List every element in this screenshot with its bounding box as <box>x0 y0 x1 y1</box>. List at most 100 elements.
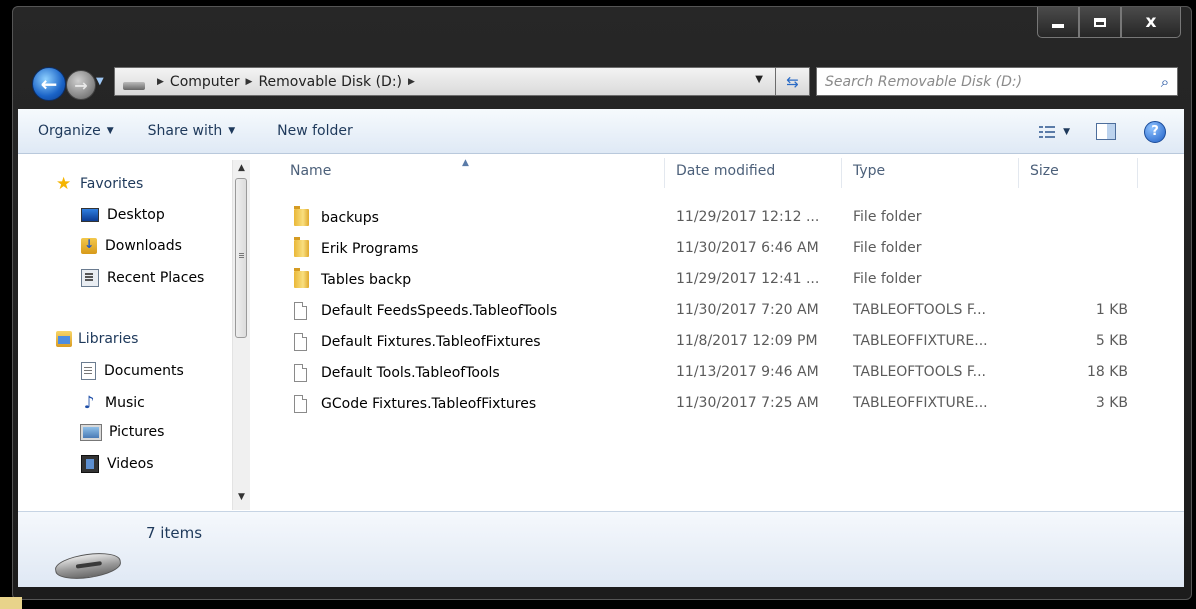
breadcrumb-chevron-icon[interactable]: ▶ <box>157 77 164 87</box>
file-type: File folder <box>853 240 922 256</box>
file-size: 1 KB <box>1095 302 1128 318</box>
star-icon: ★ <box>56 174 72 194</box>
scroll-down-icon[interactable]: ▼ <box>233 489 250 506</box>
grip-icon <box>239 253 244 254</box>
sidebar-item-desktop[interactable]: Desktop <box>81 207 165 223</box>
breadcrumb-computer[interactable]: Computer <box>170 74 240 90</box>
file-row-default-feedsspeeds[interactable]: Default FeedsSpeeds.TableofTools 11/30/2… <box>262 295 1162 325</box>
file-type: TABLEOFTOOLS F... <box>853 364 986 380</box>
folder-corner-icon <box>0 597 22 609</box>
file-type: File folder <box>853 209 922 225</box>
command-bar: Organize ▼ Share with ▼ New folder ▼ ? <box>18 109 1184 154</box>
file-type: File folder <box>853 271 922 287</box>
file-type: TABLEOFFIXTURE... <box>853 395 988 411</box>
item-count: 7 items <box>146 524 203 542</box>
sidebar-item-label: Music <box>105 395 145 411</box>
toolbar-right: ▼ ? <box>1039 109 1184 154</box>
file-row-tables-backp[interactable]: Tables backp 11/29/2017 12:41 ... File f… <box>262 264 1162 294</box>
help-icon[interactable]: ? <box>1144 120 1166 143</box>
search-icon[interactable]: ⌕ <box>1153 73 1177 91</box>
preview-pane-icon[interactable] <box>1096 123 1116 140</box>
maximize-button[interactable] <box>1079 7 1121 38</box>
file-row-backups[interactable]: backups 11/29/2017 12:12 ... File folder <box>262 202 1162 232</box>
removable-drive-icon <box>53 549 123 583</box>
sidebar-libraries-label: Libraries <box>78 331 139 347</box>
file-date: 11/30/2017 7:25 AM <box>676 395 819 411</box>
caption-buttons: x <box>1037 7 1181 38</box>
breadcrumb-removable-disk[interactable]: Removable Disk (D:) <box>258 74 402 90</box>
share-with-button[interactable]: Share with ▼ <box>138 123 245 139</box>
minimize-button[interactable] <box>1037 7 1079 38</box>
sidebar-item-videos[interactable]: Videos <box>81 455 154 473</box>
file-name: Tables backp <box>321 271 412 288</box>
file-row-erik-programs[interactable]: Erik Programs 11/30/2017 6:46 AM File fo… <box>262 233 1162 263</box>
organize-label: Organize <box>38 123 101 139</box>
breadcrumb-chevron-icon[interactable]: ▶ <box>246 77 253 87</box>
folder-icon <box>294 268 309 288</box>
sidebar-item-documents[interactable]: Documents <box>81 362 184 380</box>
sidebar-item-label: Recent Places <box>107 270 205 286</box>
column-divider[interactable] <box>664 158 665 188</box>
sidebar-item-music[interactable]: ♪ Music <box>81 393 145 413</box>
sidebar-libraries[interactable]: Libraries <box>56 331 138 347</box>
column-divider[interactable] <box>1018 158 1019 188</box>
address-dropdown-icon[interactable]: ▼ <box>755 74 763 85</box>
refresh-icon: ⇆ <box>786 72 799 91</box>
file-icon <box>294 333 307 351</box>
sidebar-favorites[interactable]: ★ Favorites <box>56 174 143 194</box>
column-header-date[interactable]: Date modified <box>676 163 775 179</box>
sidebar-item-label: Downloads <box>105 238 182 254</box>
documents-icon <box>81 362 96 380</box>
sidebar-item-downloads[interactable]: Downloads <box>81 237 182 254</box>
forward-button[interactable]: → <box>66 70 96 100</box>
sidebar-item-pictures[interactable]: Pictures <box>80 423 165 441</box>
recent-pages-dropdown[interactable]: ▼ <box>96 76 104 87</box>
file-row-default-tools[interactable]: Default Tools.TableofTools 11/13/2017 9:… <box>262 357 1162 387</box>
address-bar[interactable]: ▶ Computer ▶ Removable Disk (D:) ▶ ▼ <box>114 67 776 96</box>
libraries-icon <box>56 331 72 347</box>
back-arrow-icon: ← <box>40 72 58 96</box>
navigation-pane: ★ Favorites Desktop Downloads Recent Pla… <box>18 154 262 511</box>
column-header-type[interactable]: Type <box>853 163 885 179</box>
views-icon[interactable] <box>1039 125 1056 138</box>
sidebar-item-label: Videos <box>107 456 154 472</box>
search-box[interactable]: ⌕ <box>816 67 1178 96</box>
search-input[interactable] <box>817 72 1153 91</box>
file-type: TABLEOFTOOLS F... <box>853 302 986 318</box>
downloads-icon <box>81 237 97 254</box>
scrollbar-thumb[interactable] <box>235 178 247 338</box>
file-size: 3 KB <box>1095 395 1128 411</box>
file-row-gcode-fixtures[interactable]: GCode Fixtures.TableofFixtures 11/30/201… <box>262 388 1162 418</box>
breadcrumb-chevron-icon[interactable]: ▶ <box>408 77 415 87</box>
column-divider[interactable] <box>841 158 842 188</box>
column-divider[interactable] <box>1137 158 1138 188</box>
organize-button[interactable]: Organize ▼ <box>18 123 124 139</box>
file-name: Erik Programs <box>321 240 419 257</box>
file-icon <box>294 302 307 320</box>
chevron-down-icon: ▼ <box>228 126 236 136</box>
file-icon <box>294 364 307 382</box>
scroll-up-icon[interactable]: ▲ <box>233 160 250 177</box>
desktop-icon <box>81 208 99 222</box>
new-folder-button[interactable]: New folder <box>267 123 363 139</box>
close-button[interactable]: x <box>1121 7 1181 38</box>
back-button[interactable]: ← <box>32 67 66 101</box>
sidebar-item-label: Pictures <box>109 424 165 440</box>
details-pane: 7 items <box>18 511 1184 587</box>
sidebar-item-label: Documents <box>104 363 184 379</box>
file-name: Default FeedsSpeeds.TableofTools <box>321 303 558 319</box>
file-name: backups <box>321 209 379 226</box>
minimize-icon <box>1052 24 1064 28</box>
file-row-default-fixtures[interactable]: Default Fixtures.TableofFixtures 11/8/20… <box>262 326 1162 356</box>
chevron-down-icon: ▼ <box>106 126 114 136</box>
videos-icon <box>81 455 99 473</box>
folder-icon <box>294 237 309 257</box>
refresh-button[interactable]: ⇆ <box>776 67 810 96</box>
views-dropdown-icon[interactable]: ▼ <box>1063 127 1070 137</box>
file-name: Default Fixtures.TableofFixtures <box>321 334 541 350</box>
sidebar-item-recent-places[interactable]: Recent Places <box>81 269 204 287</box>
sort-ascending-icon: ▲ <box>462 158 469 168</box>
column-header-size[interactable]: Size <box>1030 163 1059 179</box>
column-header-name[interactable]: Name <box>290 163 331 179</box>
navigation-scrollbar[interactable]: ▲ ▼ <box>232 160 250 510</box>
